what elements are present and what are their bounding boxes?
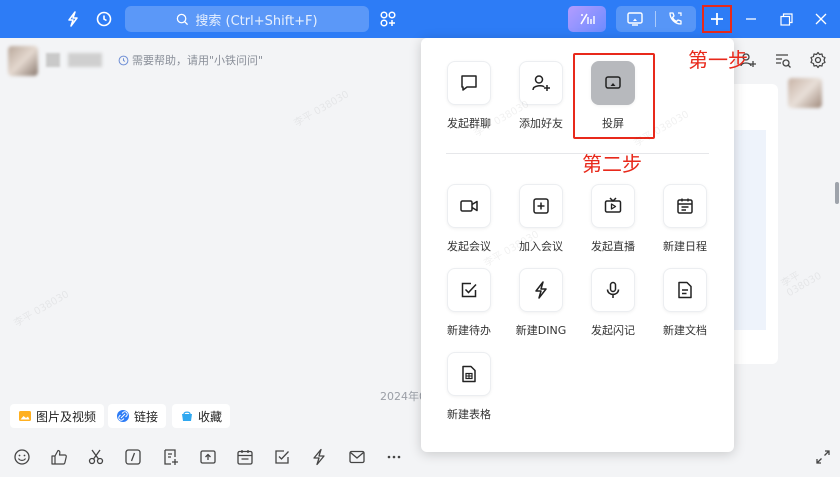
minimize-icon[interactable] — [741, 9, 761, 29]
menu-item-label: 添加好友 — [519, 117, 563, 130]
avatar[interactable] — [8, 46, 38, 76]
calendar-icon — [677, 198, 693, 214]
menu-item-label: 发起闪记 — [591, 324, 635, 337]
chip-links[interactable]: 链接 — [108, 404, 167, 428]
menu-item-label: 新建日程 — [663, 240, 707, 253]
menu-item-label: 新建表格 — [447, 408, 491, 421]
avatar[interactable] — [788, 78, 822, 108]
watermark: 李平 038030 — [12, 289, 71, 330]
chat-bubble-icon — [461, 75, 477, 91]
lightning-icon — [535, 281, 547, 299]
menu-item-new-spreadsheet[interactable]: 新建表格 — [437, 352, 501, 422]
calendar-icon[interactable] — [234, 446, 256, 468]
more-icon[interactable] — [383, 446, 405, 468]
emoji-icon[interactable] — [11, 446, 33, 468]
ai-assistant-button[interactable] — [568, 6, 606, 32]
upload-icon[interactable] — [197, 446, 219, 468]
search-history-icon[interactable] — [773, 50, 793, 70]
chip-images-videos[interactable]: 图片及视频 — [10, 404, 105, 428]
plus-button[interactable] — [702, 5, 732, 33]
menu-item-label: 发起直播 — [591, 240, 635, 253]
apps-icon[interactable] — [377, 8, 399, 30]
help-tip[interactable]: 需要帮助，请用"小铁问问" — [118, 52, 263, 68]
screen-cast-icon[interactable] — [626, 10, 644, 28]
thumbs-up-icon[interactable] — [48, 446, 70, 468]
contact-name-redacted — [46, 53, 60, 67]
mail-icon[interactable] — [346, 446, 368, 468]
menu-item-start-meeting[interactable]: 发起会议 — [437, 184, 501, 254]
link-icon — [117, 410, 129, 422]
spreadsheet-icon — [462, 365, 476, 383]
scissors-icon[interactable] — [85, 446, 107, 468]
contact-name-redacted — [68, 53, 102, 67]
menu-item-label: 新建DING — [515, 324, 567, 337]
plus-square-icon — [533, 198, 549, 214]
search-input[interactable]: 搜索 (Ctrl+Shift+F) — [125, 6, 369, 32]
chip-favorites[interactable]: 收藏 — [172, 404, 231, 428]
lightning-icon[interactable] — [308, 446, 330, 468]
phone-icon[interactable] — [666, 10, 684, 28]
chip-label: 图片及视频 — [36, 409, 97, 424]
call-controls — [616, 6, 696, 32]
menu-item-new-ding[interactable]: 新建DING — [509, 268, 573, 338]
ai-icon — [580, 13, 595, 25]
step2-annotation: 第二步 — [582, 152, 642, 176]
clock-icon — [118, 55, 129, 65]
scrollbar-thumb[interactable] — [835, 182, 839, 204]
favorite-icon — [182, 411, 192, 421]
menu-item-label: 发起会议 — [447, 240, 491, 253]
plus-icon — [711, 13, 723, 25]
step2-highlight-box — [573, 53, 655, 139]
command-icon[interactable] — [122, 446, 144, 468]
watermark: 李平 038030 — [779, 270, 824, 300]
tv-icon — [604, 197, 622, 213]
check-square-icon[interactable] — [271, 446, 293, 468]
menu-divider — [446, 153, 709, 154]
watermark: 李平 038030 — [292, 89, 351, 130]
image-icon — [19, 411, 31, 421]
close-icon[interactable] — [811, 9, 831, 29]
help-tip-text: 需要帮助，请用"小铁问问" — [132, 54, 264, 67]
menu-item-start-quick-note[interactable]: 发起闪记 — [581, 268, 645, 338]
menu-item-new-todo[interactable]: 新建待办 — [437, 268, 501, 338]
title-bar: 搜索 (Ctrl+Shift+F) — [0, 0, 840, 38]
menu-item-start-live[interactable]: 发起直播 — [581, 184, 645, 254]
settings-gear-icon[interactable] — [808, 50, 828, 70]
check-square-icon — [461, 282, 477, 298]
chip-label: 链接 — [134, 409, 159, 424]
search-icon — [177, 13, 189, 25]
search-placeholder: 搜索 (Ctrl+Shift+F) — [195, 13, 318, 29]
document-icon — [678, 281, 692, 299]
history-icon[interactable] — [93, 8, 115, 30]
date-separator: 2024年0 — [380, 390, 426, 403]
step1-annotation: 第一步 — [688, 48, 748, 72]
add-user-icon — [532, 75, 550, 91]
menu-item-label: 新建待办 — [447, 324, 491, 337]
menu-item-new-schedule[interactable]: 新建日程 — [653, 184, 717, 254]
chip-label: 收藏 — [198, 409, 223, 424]
menu-item-label: 新建文档 — [663, 324, 707, 337]
restore-icon[interactable] — [776, 9, 796, 29]
menu-item-new-document[interactable]: 新建文档 — [653, 268, 717, 338]
mic-icon — [606, 281, 620, 298]
menu-item-add-friend[interactable]: 添加好友 — [509, 61, 573, 131]
note-add-icon[interactable] — [160, 446, 182, 468]
flash-icon[interactable] — [62, 8, 84, 30]
video-icon — [460, 200, 478, 212]
expand-icon[interactable] — [812, 446, 834, 468]
